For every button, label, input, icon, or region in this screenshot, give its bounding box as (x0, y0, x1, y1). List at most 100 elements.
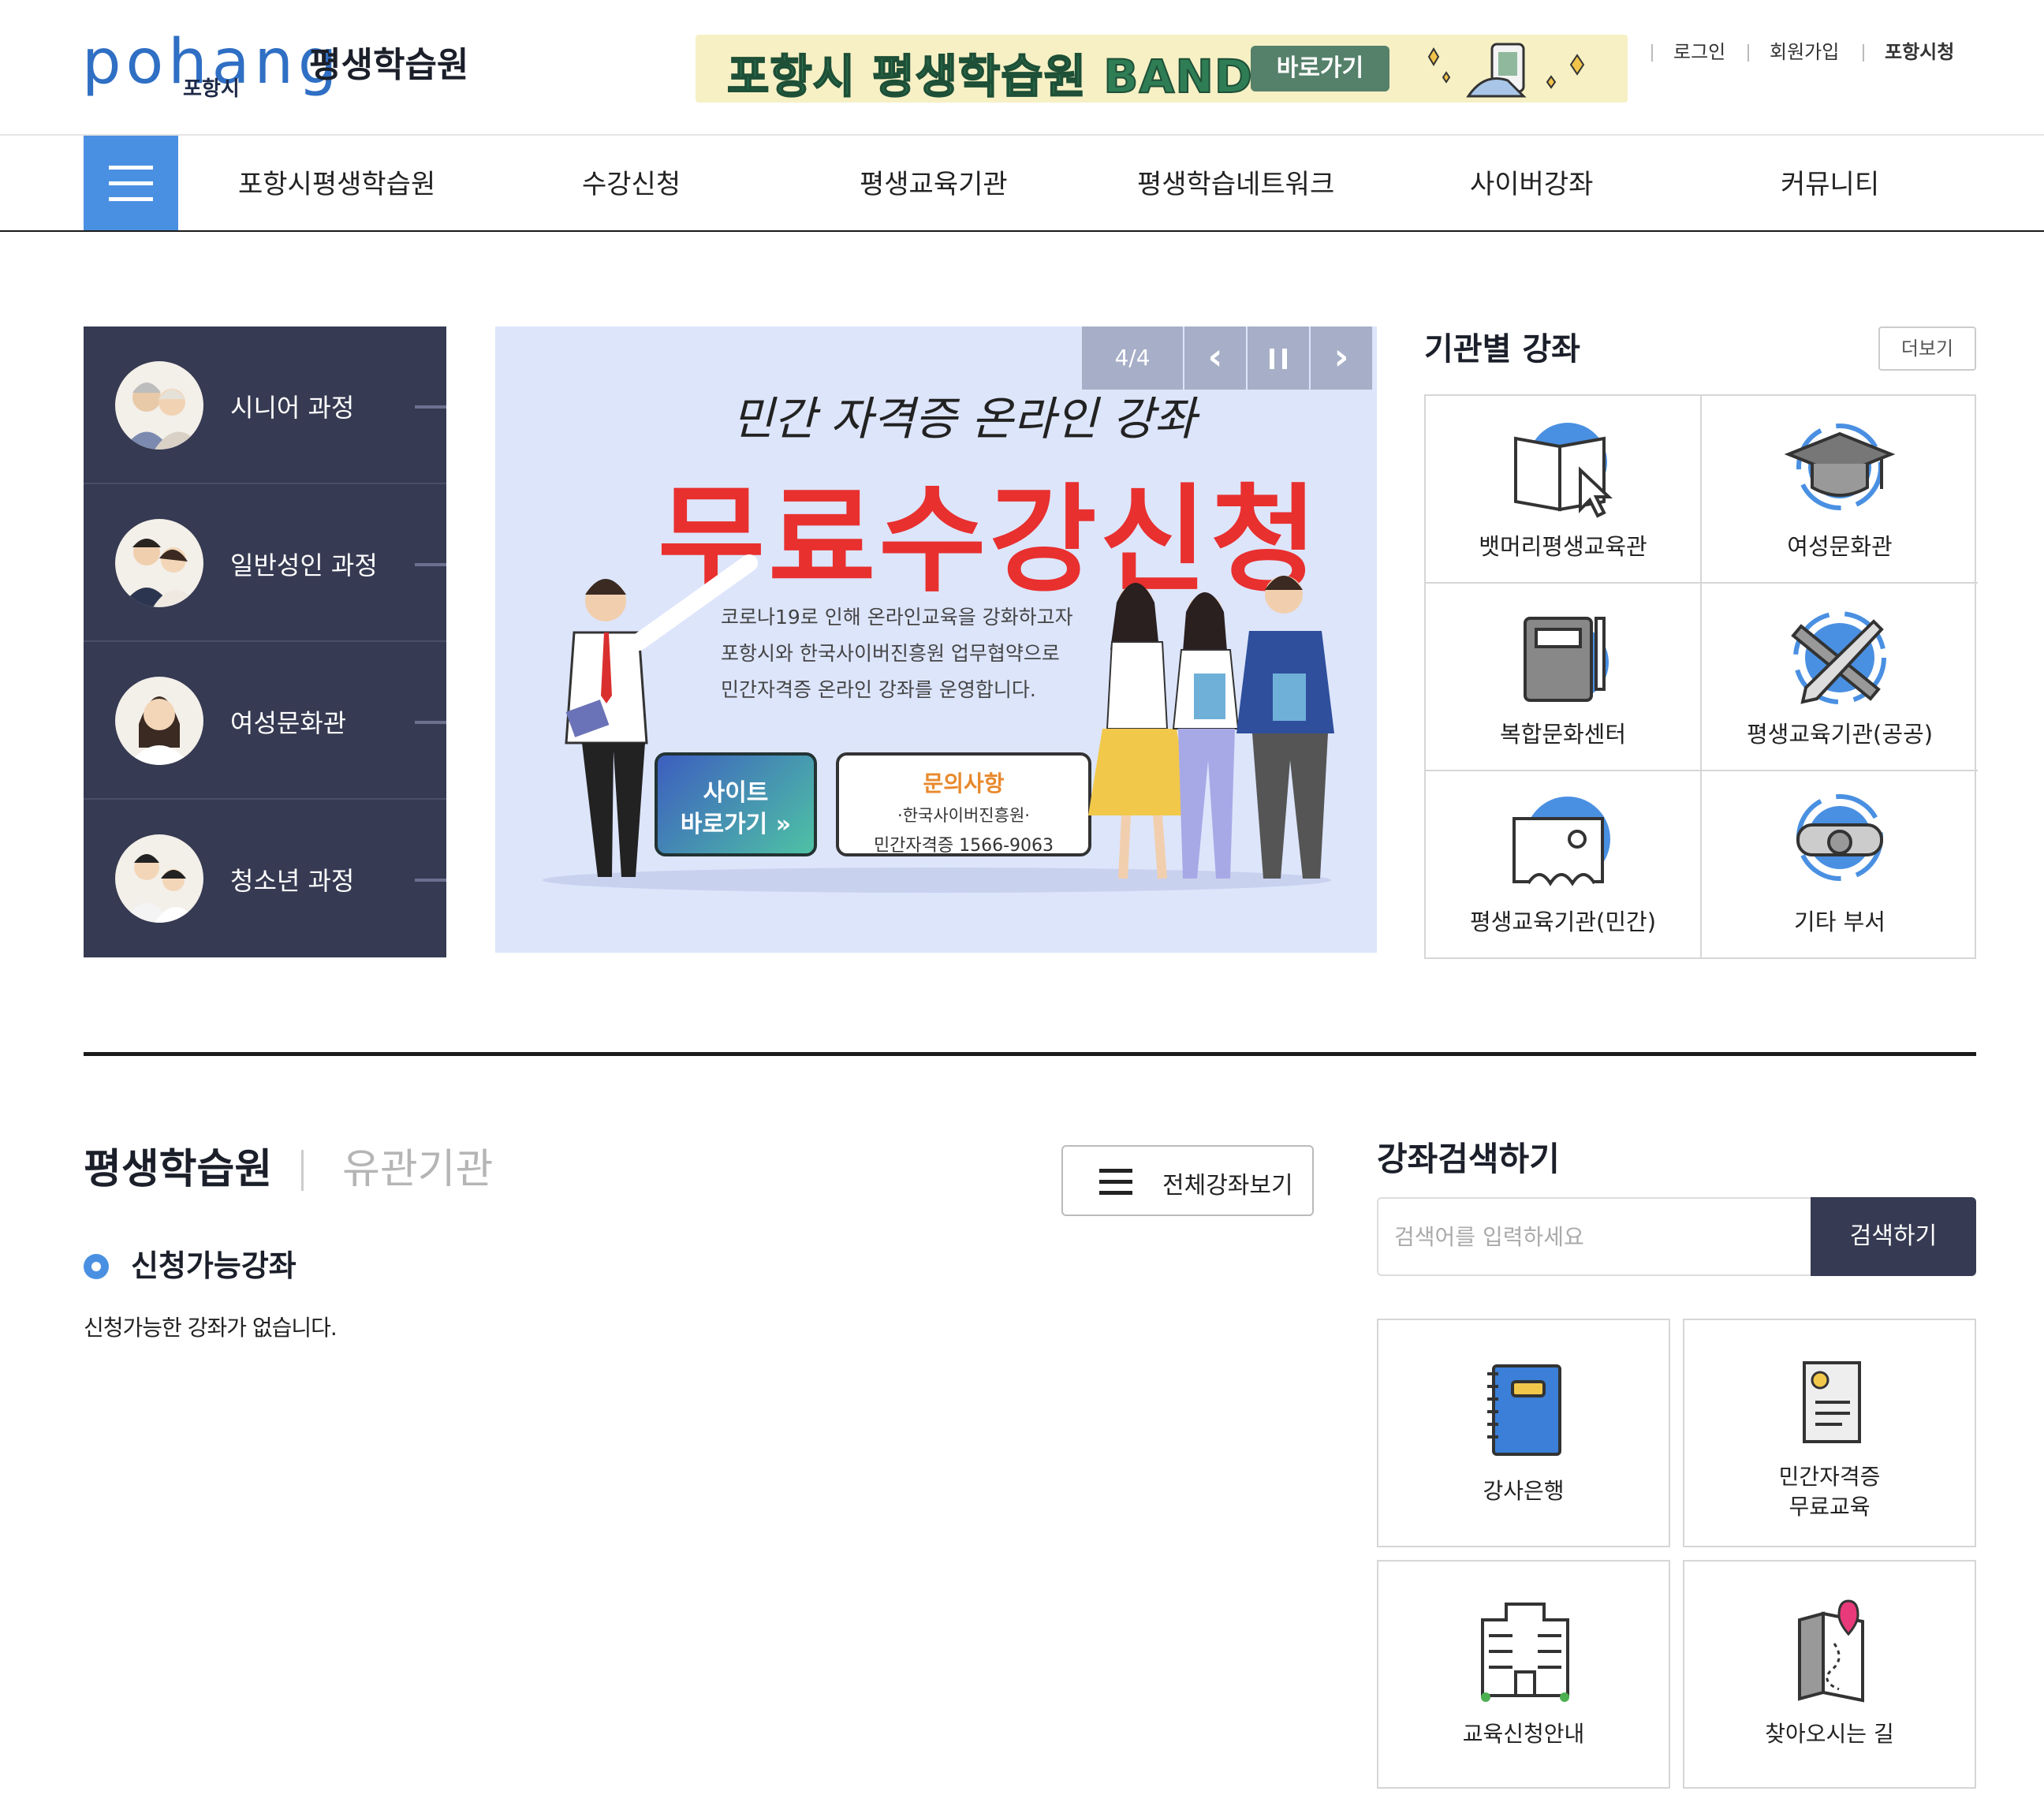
lecture-board-icon (1512, 797, 1610, 886)
hamburger-line (109, 181, 153, 185)
diploma-scroll-icon (1796, 794, 1883, 881)
dash-mark (415, 879, 446, 882)
promo-slide[interactable]: 민간 자격증 온라인 강좌 무료수강신청 코로나19로 인해 온라인교육을 강화… (495, 326, 1377, 953)
login-link[interactable]: 로그인 (1673, 36, 1725, 64)
more-button[interactable]: 더보기 (1878, 326, 1976, 371)
list-icon (1099, 1167, 1132, 1196)
chevron-right-icon: › (1333, 335, 1349, 378)
divider (1747, 44, 1749, 62)
slide-counter: 4/4 (1082, 326, 1183, 390)
institution-item[interactable]: 뱃머리평생교육관 (1426, 396, 1702, 584)
course-label: 시니어 과정 (230, 393, 355, 423)
signup-link[interactable]: 회원가입 (1770, 36, 1839, 64)
nav-item-institutions[interactable]: 평생교육기관 (860, 162, 1008, 201)
nav-border-top (0, 134, 2044, 136)
dash-mark (415, 721, 446, 724)
certificate-icon (1803, 1361, 1861, 1443)
search-title: 강좌검색하기 (1377, 1140, 1560, 1178)
nav-item-institute[interactable]: 포항시평생학습원 (238, 162, 435, 201)
nav-item-registration[interactable]: 수강신청 (582, 162, 681, 201)
quick-link-guide[interactable]: 교육신청안내 (1377, 1560, 1670, 1789)
youth-avatar (115, 834, 203, 923)
institution-label: 평생교육기관(민간) (1469, 909, 1657, 935)
tab-related[interactable]: 유관기관 (342, 1136, 493, 1195)
prev-slide-button[interactable]: ‹ (1184, 326, 1246, 390)
institution-label: 여성문화관 (1787, 533, 1893, 560)
available-courses-title: 신청가능강좌 (131, 1248, 297, 1283)
empty-message: 신청가능한 강좌가 없습니다. (84, 1315, 338, 1341)
all-courses-button[interactable]: 전체강좌보기 (1061, 1145, 1314, 1216)
institution-item[interactable]: 기타 부서 (1702, 771, 1978, 959)
tab-institute[interactable]: 평생학습원 (84, 1136, 272, 1195)
institution-label: 기타 부서 (1794, 909, 1885, 935)
quick-link-label: 찾아오시는 길 (1765, 1721, 1894, 1747)
search-input[interactable] (1377, 1197, 1811, 1276)
course-category-menu: 시니어 과정 일반성인 과정 여성문화관 청소년 과정 (84, 326, 446, 957)
pencil-ruler-icon (1791, 611, 1886, 704)
band-banner[interactable]: 포항시 평생학습원 BAND 바로가기 (696, 35, 1628, 103)
course-label: 일반성인 과정 (230, 550, 378, 580)
list-line (1099, 1191, 1132, 1195)
people-illustration (543, 554, 1334, 893)
quick-link-label: 교육신청안내 (1462, 1721, 1585, 1747)
list-line (1099, 1169, 1132, 1173)
tab-divider (301, 1150, 304, 1191)
logo-city: 포항시 (183, 77, 240, 101)
all-courses-label: 전체강좌보기 (1162, 1172, 1293, 1200)
quick-link-label: 강사은행 (1483, 1478, 1565, 1504)
dash-mark (415, 563, 446, 566)
notebook-pen-icon (1524, 617, 1609, 702)
pause-slide-button[interactable] (1248, 326, 1309, 390)
bullet-icon (84, 1254, 109, 1279)
quick-link-certificate[interactable]: 민간자격증 무료교육 (1683, 1319, 1976, 1547)
course-item-youth[interactable]: 청소년 과정 (84, 800, 446, 957)
notebook-icon (1487, 1364, 1561, 1456)
institution-label: 복합문화센터 (1499, 721, 1627, 748)
banner-subtitle: 민간 자격증 온라인 강좌 (732, 392, 1196, 446)
course-item-women[interactable]: 여성문화관 (84, 642, 446, 800)
chevron-left-icon: ‹ (1207, 335, 1223, 378)
institution-item[interactable]: 복합문화센터 (1426, 584, 1702, 771)
city-hall-link[interactable]: 포항시청 (1885, 36, 1954, 64)
list-line (1099, 1180, 1132, 1184)
course-label: 여성문화관 (230, 708, 347, 738)
course-label: 청소년 과정 (230, 866, 355, 896)
next-slide-button[interactable]: › (1311, 326, 1372, 390)
hamburger-menu-button[interactable] (84, 136, 178, 230)
institutions-grid: 뱃머리평생교육관 여성문화관 복합문화센터 평생교육기관(공공) 평생교육기관(… (1424, 394, 1978, 959)
woman-avatar (115, 677, 203, 765)
divider (1863, 44, 1864, 62)
phone-hand-icon (1427, 43, 1585, 98)
pause-icon (1270, 349, 1287, 369)
quick-link-directions[interactable]: 찾아오시는 길 (1683, 1560, 1976, 1789)
quick-link-instructor-bank[interactable]: 강사은행 (1377, 1319, 1670, 1547)
institution-item[interactable]: 여성문화관 (1702, 396, 1978, 584)
nav-item-community[interactable]: 커뮤니티 (1781, 162, 1879, 201)
nav-border-bottom (0, 230, 2044, 232)
band-banner-text: 포항시 평생학습원 BAND (726, 49, 1254, 103)
site-title[interactable]: 평생학습원 (309, 36, 468, 87)
nav-item-network[interactable]: 평생학습네트워크 (1137, 162, 1334, 201)
building-icon (1481, 1603, 1569, 1702)
map-pin-icon (1798, 1599, 1864, 1703)
divider (1651, 44, 1653, 62)
institution-item[interactable]: 평생교육기관(공공) (1702, 584, 1978, 771)
institution-label: 평생교육기관(공공) (1746, 721, 1934, 748)
senior-avatar (115, 361, 203, 450)
nav-item-cyber[interactable]: 사이버강좌 (1470, 162, 1593, 201)
hamburger-icon (109, 166, 153, 170)
institution-item[interactable]: 평생교육기관(민간) (1426, 771, 1702, 959)
hamburger-line (109, 197, 153, 201)
section-divider (84, 1052, 1976, 1056)
band-go-button[interactable]: 바로가기 (1251, 46, 1389, 91)
institution-label: 뱃머리평생교육관 (1479, 533, 1647, 560)
dash-mark (415, 405, 446, 409)
graduation-cap-icon (1784, 424, 1896, 510)
quick-link-label: 민간자격증 무료교육 (1778, 1464, 1881, 1520)
institutions-title: 기관별 강좌 (1424, 331, 1580, 368)
course-item-senior[interactable]: 시니어 과정 (84, 326, 446, 484)
search-button[interactable]: 검색하기 (1811, 1197, 1976, 1276)
book-cursor-icon (1514, 423, 1613, 518)
adult-avatar (115, 519, 203, 607)
course-item-adult[interactable]: 일반성인 과정 (84, 484, 446, 642)
